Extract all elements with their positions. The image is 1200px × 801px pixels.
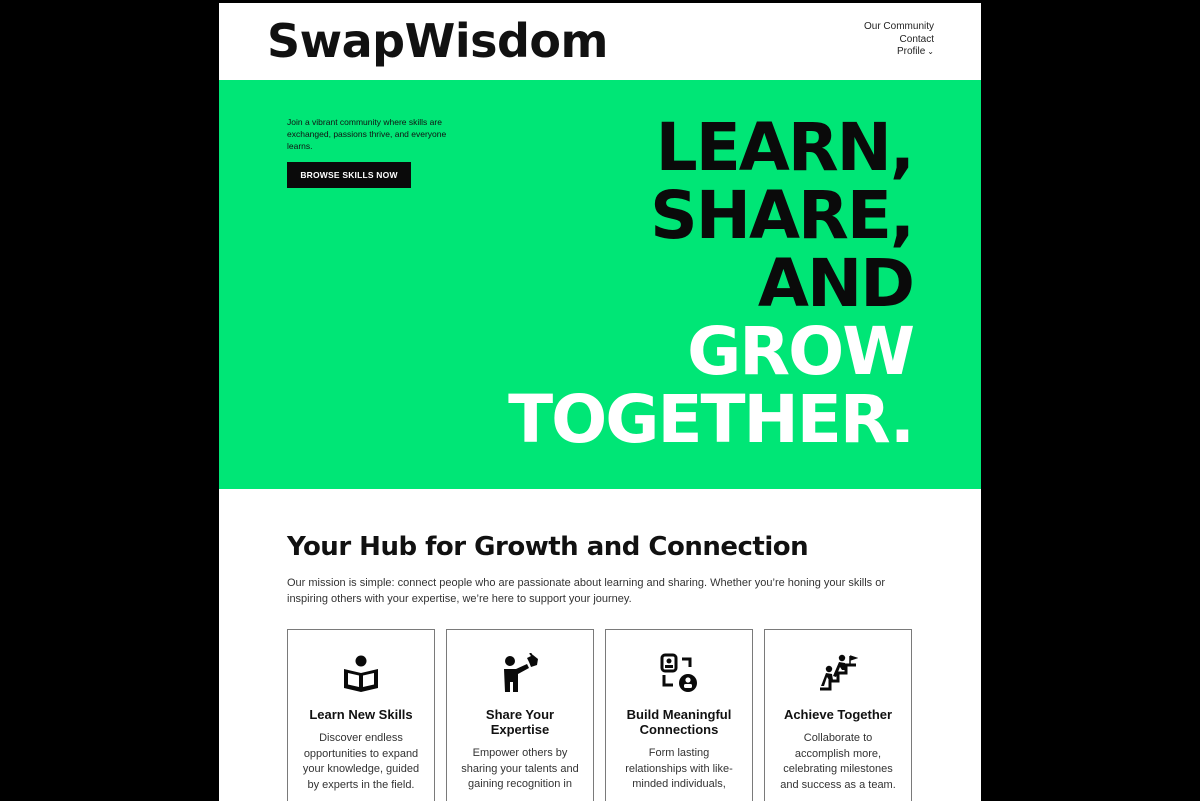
feature-card-title: Learn New Skills (309, 707, 413, 722)
hero-headline-line: LEARN, (655, 109, 915, 186)
feature-card-title: Share Your Expertise (485, 707, 555, 737)
book-reader-icon (344, 655, 378, 692)
chevron-down-icon: ⌄ (927, 47, 934, 56)
hero-headline-line: AND (757, 245, 915, 322)
teamwork-icon (820, 654, 858, 691)
feature-card-text: Empower others by sharing your talents a… (461, 747, 579, 790)
mission-text: Our mission is simple: connect people wh… (287, 577, 885, 605)
feature-card-learn[interactable]: Learn New Skills Discover endless opport… (287, 629, 435, 801)
mission-title: Your Hub for Growth and Connection (287, 532, 809, 562)
feature-card-connect[interactable]: Build Meaningful Connections Form lastin… (605, 629, 753, 801)
hero-section: Join a vibrant community where skills ar… (219, 80, 981, 489)
site-header: SwapWisdom Our Community Contact Profile… (219, 3, 981, 80)
feature-card-text: Form lasting relationships with like-min… (625, 747, 733, 790)
hero-tagline: Join a vibrant community where skills ar… (287, 117, 447, 151)
nav-link-our-community[interactable]: Our Community (864, 21, 934, 34)
hero-headline: LEARN, SHARE, AND GROW TOGETHER. (508, 109, 915, 458)
nav-link-contact[interactable]: Contact (864, 34, 934, 47)
nav-profile-dropdown[interactable]: Profile ⌄ (864, 46, 934, 59)
nav-profile-label: Profile (896, 46, 926, 57)
connections-icon (660, 653, 697, 692)
feature-cards: Learn New Skills Discover endless opport… (287, 629, 914, 801)
hero-headline-line: GROW (687, 313, 915, 390)
feature-card-share[interactable]: Share Your Expertise Empower others by s… (446, 629, 594, 801)
browse-skills-button[interactable]: BROWSE SKILLS NOW (287, 162, 411, 188)
hero-headline-line: SHARE, (650, 177, 915, 254)
feature-card-achieve[interactable]: Achieve Together Collaborate to accompli… (764, 629, 912, 801)
main-nav: Our Community Contact Profile ⌄ (864, 21, 934, 59)
hero-headline-line: TOGETHER. (508, 381, 915, 458)
presenter-icon (504, 653, 538, 692)
feature-card-text: Discover endless opportunities to expand… (302, 732, 420, 791)
feature-card-text: Collaborate to accomplish more, celebrat… (780, 732, 896, 791)
page: SwapWisdom Our Community Contact Profile… (219, 3, 981, 801)
feature-card-title: Achieve Together (783, 707, 893, 722)
site-logo[interactable]: SwapWisdom (267, 15, 608, 67)
feature-card-title: Build Meaningful Connections (626, 707, 732, 737)
